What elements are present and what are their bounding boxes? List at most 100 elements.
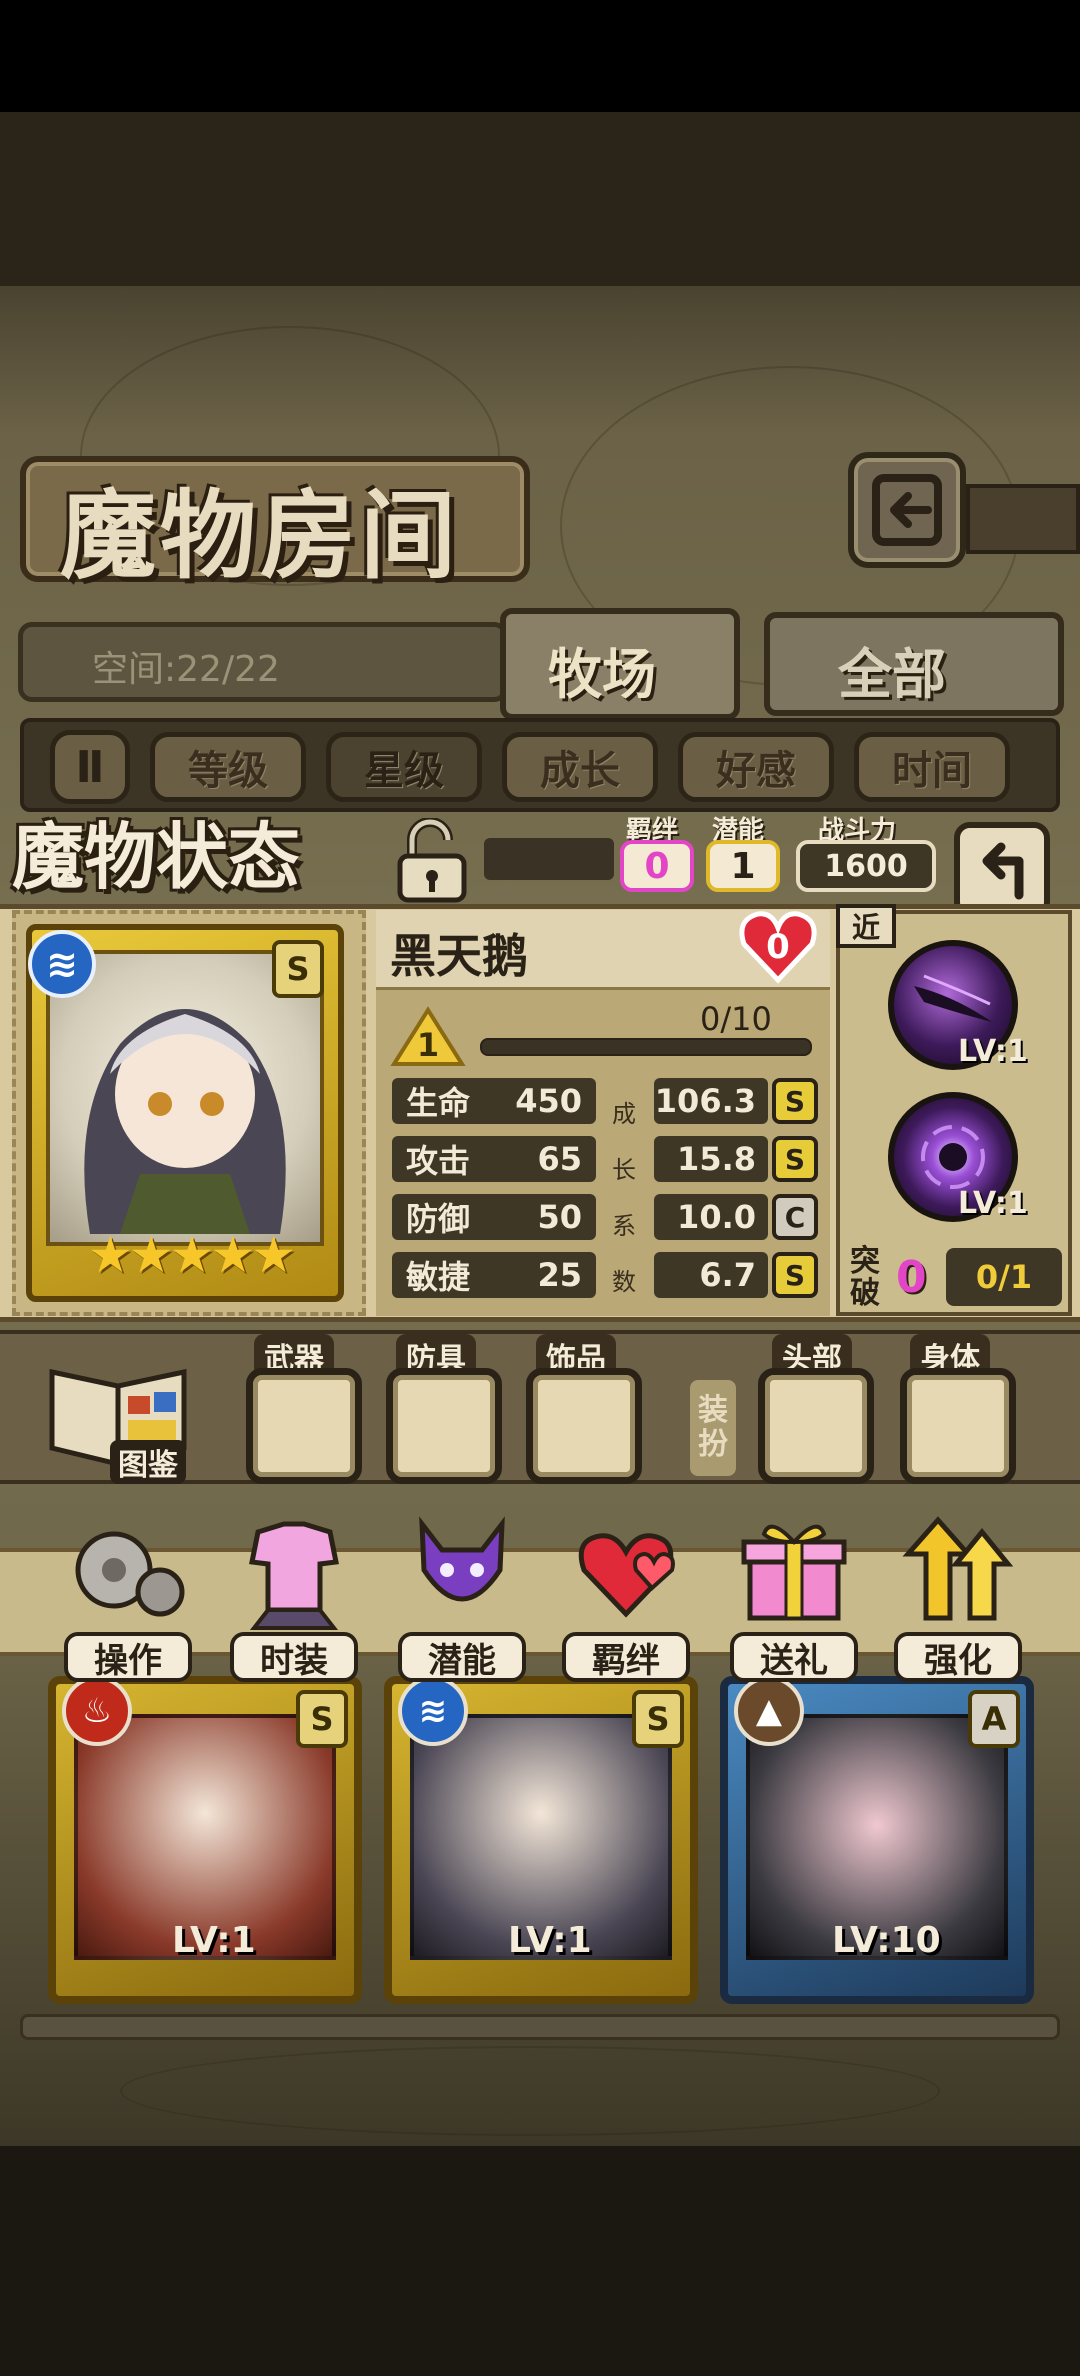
head-slot[interactable] (758, 1368, 874, 1484)
body-slot[interactable] (900, 1368, 1016, 1484)
unlock-icon[interactable] (392, 817, 472, 904)
costume-label: 时装 (230, 1632, 358, 1682)
sort-star-button[interactable]: 星级 (326, 732, 482, 802)
bond-action-label: 羁绊 (562, 1632, 690, 1682)
stat-row-attack: 攻击 65 (392, 1136, 596, 1182)
card-3-rank: A (968, 1690, 1020, 1748)
accessory-slot[interactable] (526, 1368, 642, 1484)
exp-bar (480, 1038, 812, 1056)
stat-label: 生命 (406, 1084, 471, 1122)
exp-text: 0/10 (700, 1000, 772, 1038)
card-3-level: LV:10 (832, 1920, 941, 1961)
monster-card-1[interactable]: ♨ S LV:1 (48, 1676, 362, 2004)
water-element-icon: ≋ (28, 930, 96, 998)
armor-slot[interactable] (386, 1368, 502, 1484)
sort-order-toggle[interactable]: Ⅱ (50, 730, 130, 804)
grade-badge-agility: S (772, 1252, 818, 1298)
list-scroll-bar[interactable] (20, 2014, 1060, 2040)
attack-range-tag: 近 (836, 904, 896, 948)
status-divider (484, 838, 614, 880)
back-arrow-icon (982, 842, 1024, 900)
map-contour (120, 2046, 940, 2136)
level-badge-icon: 1 (390, 1006, 466, 1068)
stat-value: 65 (537, 1140, 582, 1178)
fire-element-icon: ♨ (62, 1676, 132, 1746)
water-element-icon: ≋ (398, 1676, 468, 1746)
monster-card-2[interactable]: ≋ S LV:1 (384, 1676, 698, 2004)
grade-badge-attack: S (772, 1136, 818, 1182)
sort-level-button[interactable]: 等级 (150, 732, 306, 802)
growth-attack: 15.8 (654, 1136, 768, 1182)
breakthrough-progress: 0/1 (946, 1248, 1062, 1306)
stat-value: 50 (537, 1198, 582, 1236)
costume-label-char: 装 (698, 1393, 728, 1428)
potential-action-label: 潜能 (398, 1632, 526, 1682)
sort-affection-button[interactable]: 好感 (678, 732, 834, 802)
potential-value: 1 (706, 840, 780, 892)
card-2-level: LV:1 (508, 1920, 592, 1961)
costume-label: 装扮 (690, 1380, 736, 1476)
enhance-button[interactable]: 强化 (888, 1510, 1028, 1682)
earth-element-icon: ▲ (734, 1676, 804, 1746)
rank-badge: S (272, 940, 324, 998)
encyclopedia-label: 图鉴 (110, 1440, 186, 1484)
gear-icon (75, 1531, 185, 1617)
sort-time-button[interactable]: 时间 (854, 732, 1010, 802)
space-capacity: 空间:22/22 (92, 649, 280, 690)
skill-1-level: LV:1 (958, 1034, 1028, 1069)
dress-icon (249, 1521, 339, 1630)
stat-label: 敏捷 (406, 1258, 471, 1296)
growth-label-char: 长 (612, 1156, 636, 1184)
card-1-level: LV:1 (172, 1920, 256, 1961)
stat-label: 攻击 (406, 1142, 471, 1180)
breakthrough-label: 突破 (850, 1244, 880, 1311)
gift-box-icon (741, 1524, 847, 1621)
growth-hp: 106.3 (654, 1078, 768, 1124)
power-value: 1600 (796, 840, 936, 892)
exit-ribbon (966, 484, 1080, 554)
tab-all-label: 全部 (838, 643, 946, 706)
level-value: 1 (417, 1026, 439, 1064)
growth-label-char: 成 (612, 1100, 636, 1128)
grade-badge-hp: S (772, 1078, 818, 1124)
demon-icon (419, 1516, 505, 1602)
bond-value: 0 (620, 840, 694, 892)
upgrade-arrows-icon (902, 1516, 1014, 1621)
gift-button[interactable]: 送礼 (724, 1510, 864, 1682)
operate-label: 操作 (64, 1632, 192, 1682)
status-title: 魔物状态 (12, 814, 301, 899)
bottom-dark-band (0, 2146, 1080, 2376)
growth-label-char: 系 (612, 1212, 636, 1240)
weapon-slot[interactable] (246, 1368, 362, 1484)
gift-action-label: 送礼 (730, 1632, 858, 1682)
page-title: 魔物房间 (60, 479, 460, 592)
star-rating: ★★★★★ (88, 1226, 296, 1284)
hearts-icon (578, 1533, 675, 1618)
stat-row-agility: 敏捷 25 (392, 1252, 596, 1298)
growth-agility: 6.7 (654, 1252, 768, 1298)
stat-label: 防御 (406, 1200, 471, 1238)
exit-icon (872, 474, 942, 546)
stat-value: 450 (515, 1082, 582, 1120)
potential-button[interactable]: 潜能 (392, 1510, 532, 1682)
exit-button[interactable] (848, 452, 966, 568)
bond-button[interactable]: 羁绊 (556, 1510, 696, 1682)
growth-defense: 10.0 (654, 1194, 768, 1240)
card-2-rank: S (632, 1690, 684, 1748)
costume-button[interactable]: 时装 (224, 1510, 364, 1682)
monster-card-3[interactable]: ▲ A LV:10 (720, 1676, 1034, 2004)
costume-label-char: 扮 (698, 1427, 728, 1462)
stat-row-hp: 生命 450 (392, 1078, 596, 1124)
top-dark-band (0, 112, 1080, 286)
breakthrough-value: 0 (896, 1252, 927, 1303)
enhance-action-label: 强化 (894, 1632, 1022, 1682)
grade-badge-defense: C (772, 1194, 818, 1240)
operate-button[interactable]: 操作 (58, 1510, 198, 1682)
monster-name: 黑天鹅 (390, 929, 528, 983)
card-1-rank: S (296, 1690, 348, 1748)
affection-heart-icon: 0 (736, 906, 820, 986)
affection-value: 0 (766, 927, 790, 967)
sort-growth-button[interactable]: 成长 (502, 732, 658, 802)
skill-2-level: LV:1 (958, 1186, 1028, 1221)
growth-label-char: 数 (612, 1268, 636, 1296)
